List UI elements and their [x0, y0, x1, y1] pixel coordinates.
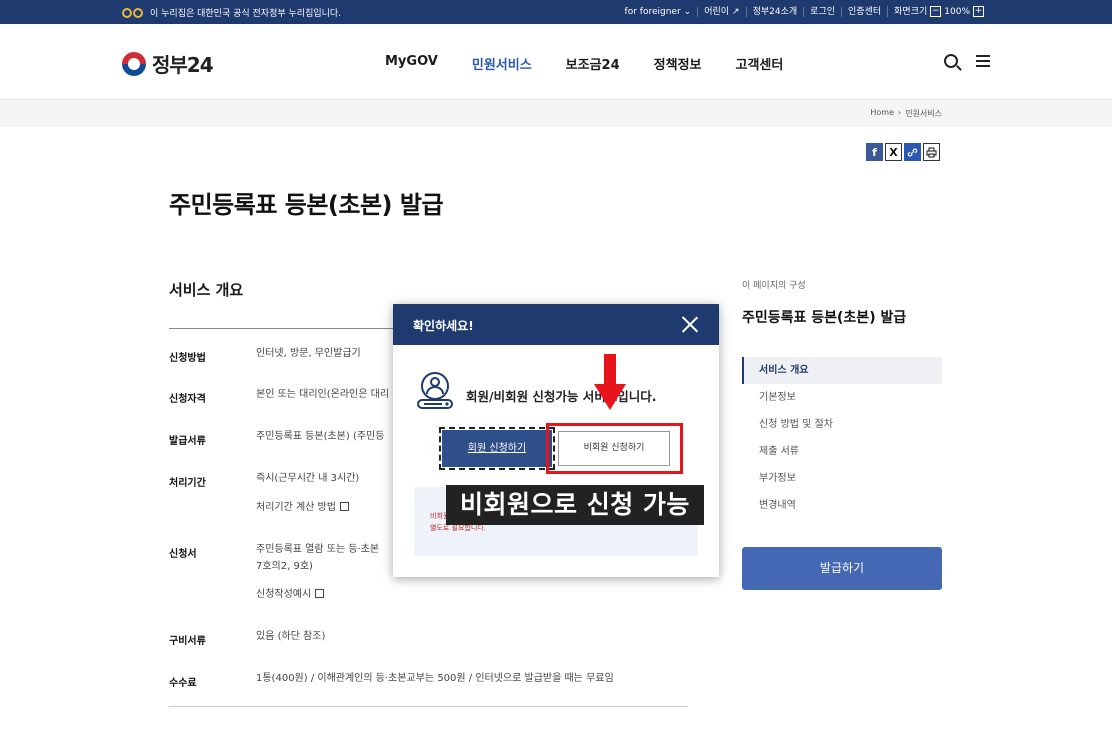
- nav-customer-center[interactable]: 고객센터: [736, 54, 784, 73]
- modal-message: 회원/비회원 신청가능 서비스입니다.: [466, 389, 657, 404]
- external-link-icon: [315, 589, 325, 598]
- sidebar-item-procedure[interactable]: 신청 방법 및 절차: [742, 411, 942, 438]
- row-value: 주민등록표 등본(초본) (주민등: [256, 431, 385, 442]
- zoom-out-button[interactable]: −: [930, 6, 942, 17]
- sidebar-nav: 서비스 개요 기본정보 신청 방법 및 절차 제출 서류 부가정보 변경내역: [742, 357, 942, 519]
- header-tools: [944, 54, 990, 68]
- top-utility-bar: 이 누리집은 대한민국 공식 전자정부 누리집입니다. for foreigne…: [0, 0, 1112, 24]
- member-apply-button[interactable]: 회원 신청하기: [439, 427, 555, 470]
- utility-links: for foreigner ⌄ 어린이 ↗ 정부24소개 로그인 인증센터 화면크기…: [619, 6, 990, 17]
- row-value: 있음 (하단 참조): [256, 631, 326, 642]
- sidebar-item-basic-info[interactable]: 기본정보: [742, 384, 942, 411]
- row-value-continued: 7호의2, 9호): [256, 561, 313, 572]
- row-label: 수수료: [169, 678, 197, 689]
- row-value: 주민등록표 열람 또는 등·초본: [256, 544, 380, 555]
- link-copy-icon[interactable]: [904, 143, 921, 161]
- row-label: 구비서류: [169, 636, 206, 647]
- zoom-control: 화면크기 − 100% +: [887, 6, 990, 17]
- zoom-value: 100%: [944, 6, 970, 17]
- row-value: 1통(400원) / 이해관계인의 등·초본교부는 500원 / 인터넷으로 발…: [256, 673, 614, 684]
- util-kids[interactable]: 어린이 ↗: [697, 6, 745, 17]
- chevron-down-icon: ⌄: [683, 6, 692, 17]
- row-label: 신청서: [169, 549, 197, 560]
- row-value: 본인 또는 대리인(온라인은 대리: [256, 389, 390, 400]
- sidebar-item-extra-info[interactable]: 부가정보: [742, 465, 942, 492]
- zoom-label: 화면크기: [894, 6, 928, 17]
- red-down-arrow-icon: [594, 354, 626, 410]
- breadcrumb: Home › 민원서비스: [870, 108, 942, 119]
- x-twitter-icon[interactable]: X: [885, 143, 902, 161]
- util-for-foreigner[interactable]: for foreigner ⌄: [619, 7, 698, 17]
- sidebar-item-change-history[interactable]: 변경내역: [742, 492, 942, 519]
- taegeuk-logo-icon: [122, 51, 146, 76]
- nav-civil-service[interactable]: 민원서비스: [472, 54, 532, 73]
- breadcrumb-current[interactable]: 민원서비스: [905, 108, 942, 119]
- modal-header: 확인하세요!: [393, 304, 719, 345]
- external-link-icon: ↗: [732, 6, 740, 17]
- nav-mygov[interactable]: MyGOV: [385, 54, 438, 73]
- close-icon[interactable]: [681, 315, 699, 333]
- search-icon[interactable]: [944, 54, 958, 68]
- nav-subsidy24[interactable]: 보조금24: [566, 54, 620, 73]
- util-about[interactable]: 정부24소개: [745, 6, 804, 17]
- row-label: 처리기간: [169, 478, 206, 489]
- row-value: 인터넷, 방문, 무인발급기: [256, 348, 361, 359]
- row-value: 즉시(근무시간 내 3시간): [256, 473, 360, 484]
- page-title: 주민등록표 등본(초본) 발급: [169, 191, 444, 219]
- nav-policy-info[interactable]: 정책정보: [654, 54, 702, 73]
- row-label: 신청방법: [169, 353, 206, 364]
- breadcrumb-home[interactable]: Home: [870, 108, 894, 119]
- util-login[interactable]: 로그인: [803, 6, 841, 17]
- logo-text: 정부24: [152, 53, 214, 77]
- gov-notice: 이 누리집은 대한민국 공식 전자정부 누리집입니다.: [122, 6, 341, 19]
- row-label: 신청자격: [169, 394, 206, 405]
- modal-title: 확인하세요!: [413, 319, 474, 333]
- sidebar-caption: 이 페이지의 구성: [742, 281, 806, 291]
- share-buttons: f X: [866, 143, 940, 161]
- util-auth-center[interactable]: 인증센터: [841, 6, 887, 17]
- zoom-in-button[interactable]: +: [973, 6, 984, 17]
- breadcrumb-bar: Home › 민원서비스: [0, 100, 1112, 127]
- sidebar-item-overview[interactable]: 서비스 개요: [742, 357, 942, 384]
- annotation-caption: 비회원으로 신청 가능: [446, 485, 704, 525]
- issue-button[interactable]: 발급하기: [742, 547, 942, 590]
- person-id-card-icon: [417, 372, 453, 409]
- chevron-right-icon: ›: [897, 108, 902, 117]
- site-logo[interactable]: 정부24: [122, 49, 214, 78]
- processing-time-calc-link[interactable]: 처리기간 계산 방법: [256, 500, 349, 516]
- copy-window-icon: [339, 502, 349, 511]
- facebook-icon[interactable]: f: [866, 143, 883, 161]
- sidebar-item-documents[interactable]: 제출 서류: [742, 438, 942, 465]
- site-header: 정부24 MyGOV 민원서비스 보조금24 정책정보 고객센터: [0, 24, 1112, 100]
- hamburger-menu-icon[interactable]: [976, 55, 990, 67]
- section-divider: [169, 706, 688, 707]
- print-icon[interactable]: [923, 143, 940, 161]
- application-example-link[interactable]: 신청작성예시: [256, 587, 325, 603]
- gov-notice-text: 이 누리집은 대한민국 공식 전자정부 누리집입니다.: [150, 9, 342, 19]
- row-label: 발급서류: [169, 436, 206, 447]
- main-nav: MyGOV 민원서비스 보조금24 정책정보 고객센터: [385, 54, 783, 73]
- section-title: 서비스 개요: [169, 281, 244, 299]
- highlight-box: [546, 423, 683, 474]
- sidebar-title: 주민등록표 등본(초본) 발급: [742, 310, 907, 326]
- gov-emblem-icon: [122, 7, 144, 18]
